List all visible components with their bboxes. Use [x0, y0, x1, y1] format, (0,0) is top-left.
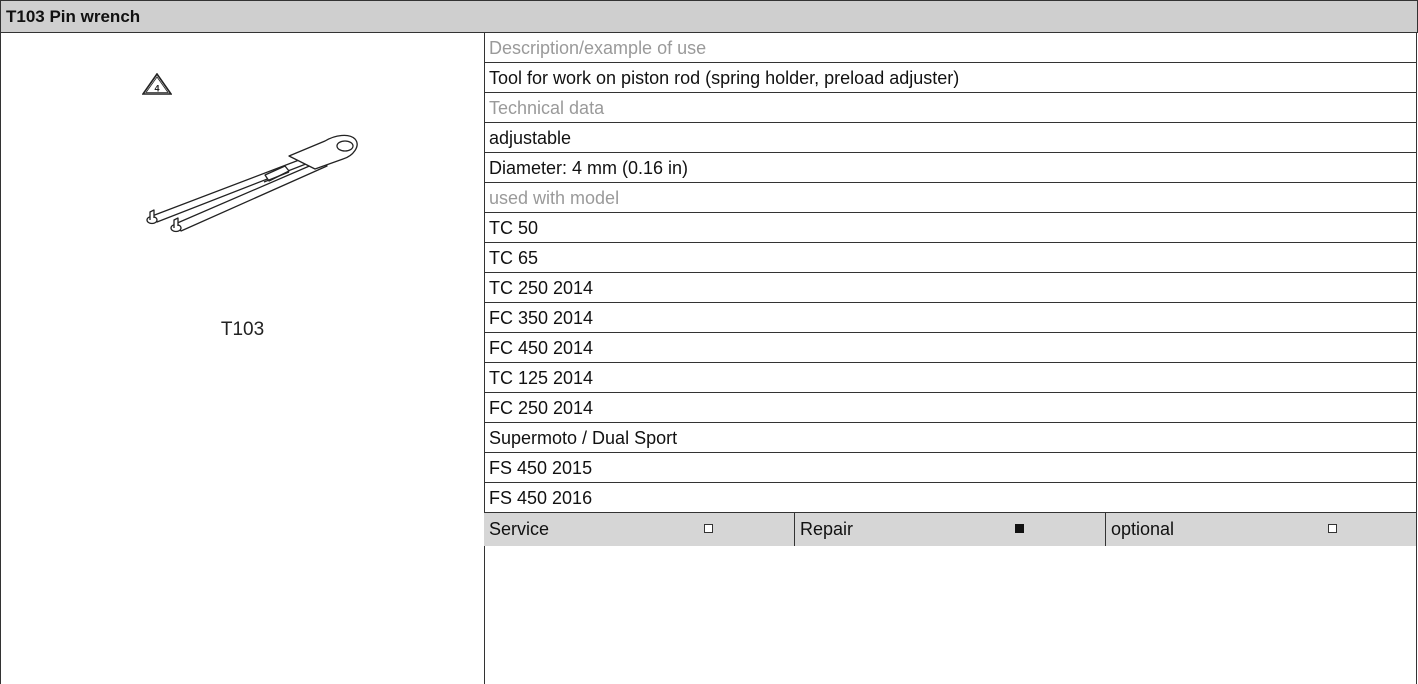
pin-wrench-illustration [146, 134, 358, 233]
warning-triangle-icon: 4 [142, 73, 172, 95]
detail-value: FC 350 2014 [484, 303, 1416, 333]
detail-value: TC 125 2014 [484, 363, 1416, 393]
repair-cell: Repair [795, 513, 1106, 546]
tool-label: T103 [220, 319, 265, 340]
optional-label: optional [1111, 519, 1175, 539]
header-bar: T103 Pin wrench [0, 0, 1418, 33]
detail-value: adjustable [484, 123, 1416, 153]
section-label: Description/example of use [484, 33, 1416, 63]
optional-checkbox [1328, 524, 1337, 533]
warning-number: 4 [154, 84, 159, 94]
usage-category-row: Service Repair optional [484, 513, 1416, 546]
detail-value: FS 450 2016 [484, 483, 1416, 513]
repair-label: Repair [800, 519, 854, 539]
service-checkbox [704, 524, 713, 533]
repair-checkbox [1015, 524, 1024, 533]
section-label: used with model [484, 183, 1416, 213]
detail-value: FC 450 2014 [484, 333, 1416, 363]
tool-image-panel: 4 T103 [0, 33, 485, 684]
detail-value: FS 450 2015 [484, 453, 1416, 483]
detail-value: Diameter: 4 mm (0.16 in) [484, 153, 1416, 183]
detail-value: TC 65 [484, 243, 1416, 273]
service-label: Service [489, 519, 550, 539]
detail-value: TC 250 2014 [484, 273, 1416, 303]
tool-sheet: T103 Pin wrench 4 T103 Description/examp… [0, 0, 1418, 684]
detail-value: Tool for work on piston rod (spring hold… [484, 63, 1416, 93]
page-title: T103 Pin wrench [6, 6, 141, 26]
detail-value: TC 50 [484, 213, 1416, 243]
detail-value: Supermoto / Dual Sport [484, 423, 1416, 453]
service-cell: Service [484, 513, 795, 546]
tool-details-table: Description/example of use Tool for work … [484, 33, 1417, 684]
optional-cell: optional [1106, 513, 1416, 546]
section-label: Technical data [484, 93, 1416, 123]
detail-value: FC 250 2014 [484, 393, 1416, 423]
